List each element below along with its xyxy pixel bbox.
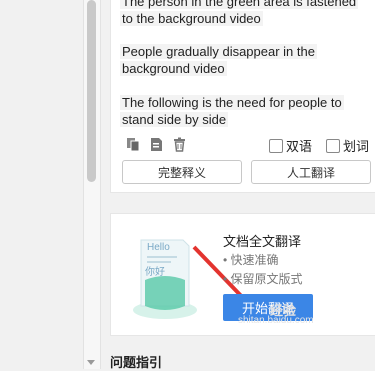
bilingual-checkbox[interactable]: 双语 [269, 136, 312, 155]
scrollbar-thumb[interactable] [87, 0, 96, 182]
copy-icon[interactable] [126, 137, 141, 152]
illustration-nihao-text: 你好 [145, 265, 165, 278]
scroll-down-arrow-icon[interactable] [87, 360, 95, 365]
translation-line: background video [120, 61, 227, 76]
translation-text: The person in the green area is fastened… [120, 0, 360, 128]
checkbox-box[interactable] [326, 138, 340, 153]
translation-line: stand side by side [120, 112, 229, 127]
doc-feature-item: • 保留原文版式 [223, 272, 303, 286]
translation-line: to the background video [120, 11, 263, 26]
bilingual-label: 双语 [286, 139, 313, 154]
word-select-checkbox[interactable]: 划词 [326, 136, 369, 155]
translation-line: People gradually disappear in the [120, 44, 317, 59]
translation-line: The person in the green area is fastened [120, 0, 359, 9]
doc-feature-item: • 快速准确 [223, 253, 279, 267]
vertical-scrollbar[interactable] [83, 0, 101, 369]
watermark-text: shitan.baidu.com [238, 315, 314, 326]
word-select-label: 划词 [343, 139, 370, 154]
translation-result-card: The person in the green area is fastened… [110, 0, 375, 193]
translation-paragraph: The following is the need for people to … [120, 94, 360, 128]
translation-paragraph: People gradually disappear in the backgr… [120, 43, 360, 77]
human-translation-button[interactable]: 人工翻译 [251, 160, 371, 184]
doc-translate-title: 文档全文翻译 [223, 234, 302, 249]
edit-document-icon[interactable] [149, 137, 164, 152]
translation-paragraph: The person in the green area is fastened… [120, 0, 360, 27]
illustration-hello-text: Hello [147, 242, 170, 253]
checkbox-box[interactable] [269, 138, 283, 153]
translation-toolbar [126, 137, 187, 152]
delete-icon[interactable] [172, 137, 187, 152]
help-section-title: 问题指引 [110, 355, 163, 370]
full-definition-button[interactable]: 完整释义 [122, 160, 242, 184]
translation-line: The following is the need for people to [120, 95, 344, 110]
